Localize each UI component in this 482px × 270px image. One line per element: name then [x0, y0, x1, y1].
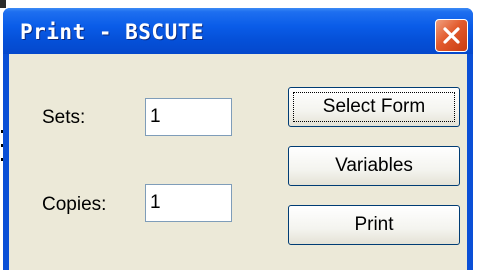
copies-input[interactable]: 1 [145, 184, 232, 222]
window-title: Print - BSCUTE [20, 20, 205, 44]
select-form-button[interactable]: Select Form [288, 87, 460, 127]
title-bar[interactable]: Print - BSCUTE [3, 8, 473, 54]
print-dialog: Print - BSCUTE Sets: 1 Copies: 1 Select … [3, 8, 473, 270]
copies-label: Copies: [42, 194, 107, 215]
variables-button[interactable]: Variables [288, 146, 460, 186]
background-red-text [285, 0, 480, 6]
close-icon [443, 27, 460, 44]
sets-input[interactable]: 1 [145, 98, 232, 136]
sets-label: Sets: [42, 107, 86, 128]
dialog-body: Sets: 1 Copies: 1 Select Form Variables … [9, 54, 467, 270]
background-edge [0, 0, 6, 8]
close-button[interactable] [435, 19, 468, 52]
print-button[interactable]: Print [288, 205, 460, 245]
